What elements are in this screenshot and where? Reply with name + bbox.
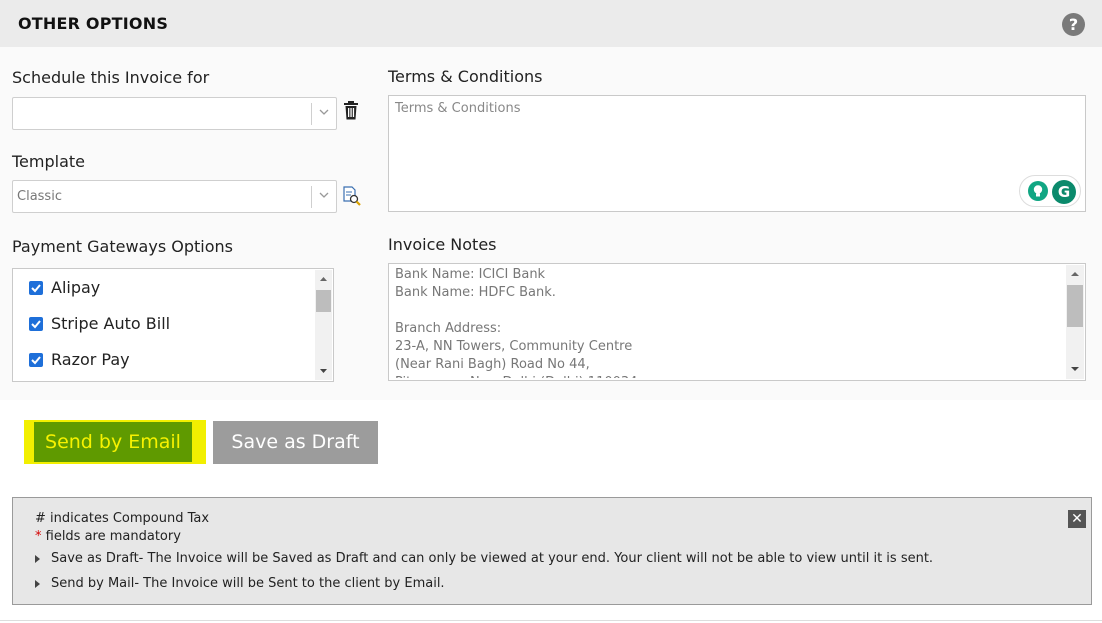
scroll-down-icon[interactable]	[315, 364, 332, 378]
save-draft-note: Save as Draft- The Invoice will be Saved…	[51, 551, 934, 566]
invoice-notes-label: Invoice Notes	[388, 235, 497, 254]
grammarly-widget[interactable]: G	[1019, 175, 1081, 207]
template-label: Template	[12, 152, 86, 171]
gateway-label: Stripe Auto Bill	[51, 314, 171, 333]
gateway-label: Alipay	[51, 278, 101, 297]
payment-gateways-label: Payment Gateways Options	[12, 237, 233, 256]
mandatory-text: fields are mandatory	[41, 529, 181, 544]
divider	[0, 620, 1102, 621]
scroll-down-icon[interactable]	[1066, 362, 1084, 376]
section-header: OTHER OPTIONS ?	[0, 0, 1102, 47]
schedule-select[interactable]	[12, 97, 337, 130]
notes-scrollbar[interactable]	[1066, 265, 1084, 379]
template-select[interactable]: Classic	[12, 180, 337, 213]
trash-icon[interactable]	[343, 101, 359, 120]
lightbulb-icon[interactable]	[1028, 181, 1048, 201]
alipay-checkbox[interactable]	[29, 281, 43, 295]
send-by-email-button[interactable]: Send by Email	[34, 422, 192, 462]
grammarly-icon[interactable]: G	[1052, 180, 1076, 204]
schedule-label: Schedule this Invoice for	[12, 68, 210, 87]
document-search-icon[interactable]	[342, 186, 362, 206]
send-mail-note: Send by Mail- The Invoice will be Sent t…	[51, 576, 445, 591]
invoice-notes-text: Bank Name: ICICI Bank Bank Name: HDFC Ba…	[395, 267, 637, 378]
gateway-label: Razor Pay	[51, 350, 130, 369]
scroll-up-icon[interactable]	[315, 272, 332, 286]
compound-tax-note: # indicates Compound Tax	[35, 511, 210, 526]
payment-gateways-list[interactable]: Alipay Stripe Auto Bill Razor Pay	[12, 268, 334, 382]
info-box: # indicates Compound Tax * fields are ma…	[12, 497, 1092, 605]
section-title: OTHER OPTIONS	[18, 14, 169, 33]
scrollbar-thumb[interactable]	[316, 290, 331, 312]
chevron-down-icon	[319, 109, 329, 115]
terms-label: Terms & Conditions	[388, 67, 543, 86]
select-divider	[311, 186, 312, 208]
scroll-up-icon[interactable]	[1066, 267, 1084, 281]
invoice-notes-textarea[interactable]: Bank Name: ICICI Bank Bank Name: HDFC Ba…	[388, 263, 1086, 381]
gateways-scrollbar[interactable]	[315, 270, 332, 380]
select-divider	[311, 103, 312, 125]
help-icon[interactable]: ?	[1062, 13, 1085, 36]
chevron-down-icon	[319, 192, 329, 198]
scrollbar-thumb[interactable]	[1067, 285, 1083, 327]
terms-placeholder: Terms & Conditions	[395, 101, 521, 116]
send-email-highlight: Send by Email	[24, 420, 206, 464]
save-as-draft-button[interactable]: Save as Draft	[213, 421, 378, 464]
close-icon[interactable]: ✕	[1068, 510, 1086, 528]
terms-textarea[interactable]: Terms & Conditions	[388, 95, 1086, 212]
bullet-arrow-icon	[35, 555, 40, 563]
stripe-checkbox[interactable]	[29, 317, 43, 331]
bullet-arrow-icon	[35, 580, 40, 588]
razorpay-checkbox[interactable]	[29, 353, 43, 367]
template-value: Classic	[17, 189, 62, 204]
mandatory-note: * fields are mandatory	[35, 529, 181, 544]
